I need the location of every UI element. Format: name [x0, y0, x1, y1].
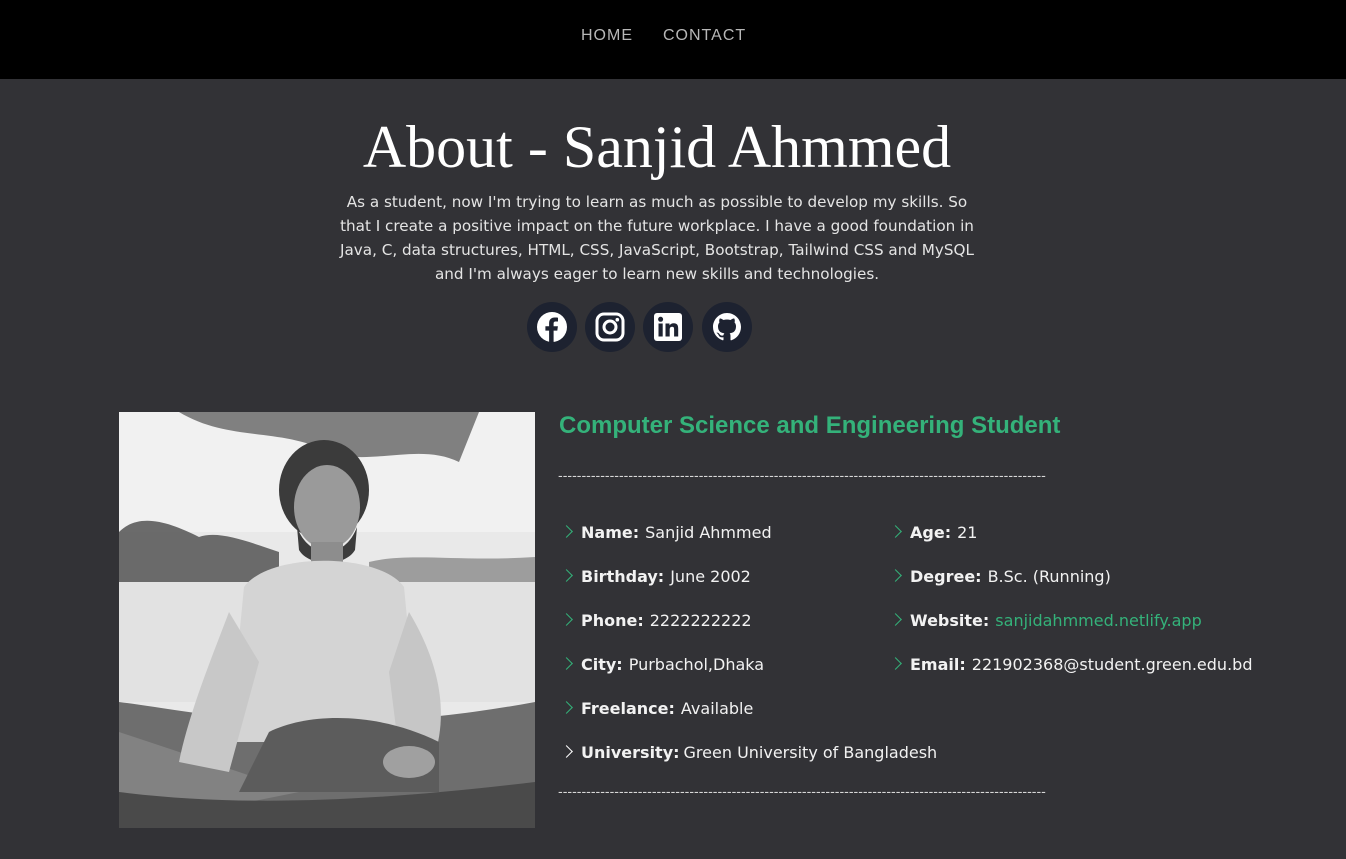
detail-age: Age: 21 [889, 522, 977, 544]
chevron-right-icon [560, 613, 573, 626]
detail-birthday: Birthday: June 2002 [560, 566, 751, 588]
detail-freelance: Freelance: Available [560, 698, 753, 720]
detail-city: City: Purbachol,Dhaka [560, 654, 764, 676]
detail-email: Email: 221902368@student.green.edu.bd [889, 654, 1252, 676]
separator-top: ----------------------------------------… [558, 469, 1046, 484]
facebook-link[interactable] [527, 302, 577, 352]
chevron-right-icon [889, 525, 902, 538]
facebook-icon [537, 312, 567, 342]
role-title: Computer Science and Engineering Student [559, 412, 1061, 439]
detail-phone: Phone: 2222222222 [560, 610, 752, 632]
intro-text: As a student, now I'm trying to learn as… [340, 193, 974, 283]
github-link[interactable] [702, 302, 752, 352]
instagram-icon [595, 312, 625, 342]
chevron-right-icon [889, 657, 902, 670]
detail-name: Name: Sanjid Ahmmed [560, 522, 772, 544]
linkedin-link[interactable] [643, 302, 693, 352]
nav-contact-link[interactable]: CONTACT [663, 27, 746, 45]
detail-website: Website: sanjidahmmed.netlify.app [889, 610, 1202, 632]
instagram-link[interactable] [585, 302, 635, 352]
detail-degree: Degree: B.Sc. (Running) [889, 566, 1111, 588]
chevron-right-icon [560, 569, 573, 582]
chevron-right-icon [560, 657, 573, 670]
detail-university: University: Green University of Banglades… [560, 742, 937, 764]
chevron-right-icon [889, 569, 902, 582]
navbar: HOME CONTACT [0, 0, 1346, 79]
chevron-right-icon [560, 701, 573, 714]
chevron-right-icon [560, 525, 573, 538]
linkedin-icon [654, 313, 682, 341]
chevron-right-icon [560, 745, 573, 758]
github-icon [713, 313, 741, 341]
nav-home-link[interactable]: HOME [581, 27, 633, 45]
chevron-right-icon [889, 613, 902, 626]
website-link[interactable]: sanjidahmmed.netlify.app [995, 611, 1201, 630]
profile-photo [119, 412, 535, 828]
page-title: About - Sanjid Ahmmed [362, 114, 952, 180]
separator-bottom: ----------------------------------------… [558, 785, 1046, 800]
